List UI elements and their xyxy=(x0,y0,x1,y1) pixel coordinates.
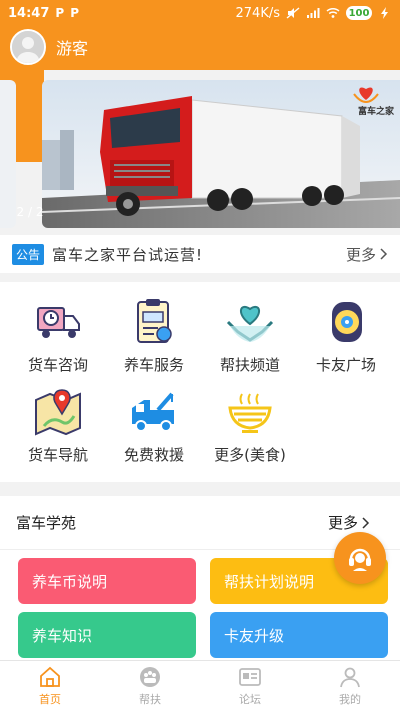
announcement-more-link[interactable]: 更多 xyxy=(346,244,388,265)
net-speed: 274K/s xyxy=(235,5,281,21)
banner-carousel[interactable]: 富车之家 xyxy=(42,80,400,228)
group-icon xyxy=(140,666,160,687)
chevron-right-icon xyxy=(380,248,388,260)
app-root: 14:47 P P 274K/s 100 游客 富车之家 2 / 2 公告 富车… xyxy=(0,0,400,710)
academy-more-label: 更多 xyxy=(327,514,358,532)
mute-icon xyxy=(286,7,300,19)
brand-logo-text: 富车之家 xyxy=(357,107,394,117)
signal-icon xyxy=(307,8,320,18)
person-icon xyxy=(340,667,360,687)
banner-counter: 2 / 2 xyxy=(16,205,44,219)
notification-p-icon: P xyxy=(55,6,65,20)
tile-label: 卡友升级 xyxy=(224,626,285,645)
status-time: 14:47 xyxy=(8,5,50,21)
tab-label: 论坛 xyxy=(239,692,261,706)
tile-label: 养车知识 xyxy=(32,626,93,645)
tab-label: 帮扶 xyxy=(139,692,161,706)
grid-item-truck-consult[interactable]: 货车咨询 xyxy=(8,296,108,375)
tile-car-knowledge[interactable]: 养车知识 xyxy=(18,612,196,658)
announcement-bar[interactable]: 公告 富车之家平台试运营! 更多 xyxy=(0,235,400,273)
forum-icon xyxy=(239,667,261,686)
avatar-placeholder-icon xyxy=(12,31,44,63)
academy-more-link[interactable]: 更多 xyxy=(328,512,370,533)
tile-label: 养车币说明 xyxy=(32,572,108,591)
tile-label: 帮扶计划说明 xyxy=(224,572,315,591)
heart-hands-logo-icon xyxy=(353,87,379,104)
charging-icon xyxy=(381,7,388,19)
truck-banner-image xyxy=(42,80,400,228)
grid-label: 免费救援 xyxy=(123,446,184,464)
status-bar: 14:47 P P 274K/s 100 xyxy=(0,0,400,26)
home-icon xyxy=(40,666,60,687)
grid-item-trucker-square[interactable]: 卡友广场 xyxy=(296,296,396,375)
academy-title: 富车学苑 xyxy=(16,514,77,532)
grid-label: 货车咨询 xyxy=(27,356,88,374)
tab-label: 首页 xyxy=(39,692,61,706)
bottom-tab-bar: 首页 帮扶 论坛 我的 xyxy=(0,660,400,710)
map-pin-icon xyxy=(35,389,81,436)
clipboard-truck-icon xyxy=(137,299,172,343)
grid-label: 养车服务 xyxy=(123,356,184,374)
user-row[interactable]: 游客 xyxy=(10,29,88,65)
grid-item-truck-navigation[interactable]: 货车导航 xyxy=(8,386,108,465)
grid-item-free-rescue[interactable]: 免费救援 xyxy=(104,386,204,465)
feature-grid: 货车咨询 养车服务 帮扶频道 卡友广场 货车导航 免费救援 更多(美食) xyxy=(0,282,400,482)
grid-label: 卡友广场 xyxy=(315,356,376,374)
tile-trucker-upgrade[interactable]: 卡友升级 xyxy=(210,612,388,658)
grid-label: 帮扶频道 xyxy=(219,356,280,374)
notification-p-icon: P xyxy=(70,6,79,20)
noodle-bowl-icon xyxy=(228,393,272,433)
grid-item-car-service[interactable]: 养车服务 xyxy=(104,296,204,375)
grid-label: 更多(美食) xyxy=(214,446,286,464)
chevron-right-icon xyxy=(362,516,370,529)
tab-label: 我的 xyxy=(339,692,361,706)
wifi-icon xyxy=(326,7,340,18)
grid-label: 货车导航 xyxy=(27,446,88,464)
battery-icon: 100 xyxy=(346,6,372,20)
tire-icon xyxy=(332,302,362,342)
tab-help[interactable]: 帮扶 xyxy=(100,661,200,710)
username[interactable]: 游客 xyxy=(56,35,88,59)
announcement-text[interactable]: 富车之家平台试运营! xyxy=(52,244,203,265)
grid-item-help-channel[interactable]: 帮扶频道 xyxy=(200,296,300,375)
tab-mine[interactable]: 我的 xyxy=(300,661,400,710)
tile-coin-info[interactable]: 养车币说明 xyxy=(18,558,196,604)
announcement-more-label: 更多 xyxy=(345,245,376,264)
truck-clock-icon xyxy=(37,307,80,338)
announcement-badge: 公告 xyxy=(12,243,45,265)
tab-forum[interactable]: 论坛 xyxy=(200,661,300,710)
tow-truck-icon xyxy=(132,392,174,432)
brand-logo: 富车之家 xyxy=(352,82,400,117)
headset-icon xyxy=(349,548,371,571)
customer-service-button[interactable] xyxy=(334,532,386,584)
avatar[interactable] xyxy=(10,29,46,65)
status-right: 274K/s 100 xyxy=(236,6,393,21)
tab-home[interactable]: 首页 xyxy=(0,661,100,710)
grid-item-more-food[interactable]: 更多(美食) xyxy=(200,386,300,465)
heart-hands-icon xyxy=(226,305,274,342)
